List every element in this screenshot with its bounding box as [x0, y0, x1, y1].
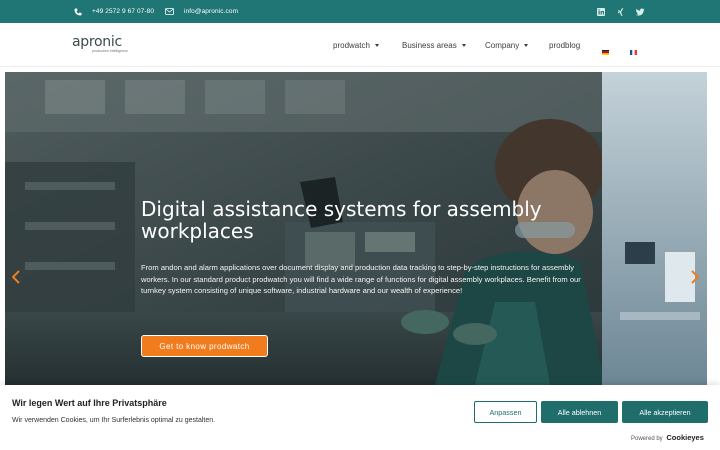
cookie-accept-all-button[interactable]: Alle akzeptieren: [622, 401, 708, 423]
email-address: info@apronic.com: [184, 8, 239, 15]
envelope-icon: [165, 8, 174, 15]
flag-fr-icon[interactable]: [630, 42, 637, 55]
cookie-reject-all-button[interactable]: Alle ablehnen: [541, 401, 618, 423]
chevron-down-icon: [374, 43, 379, 47]
hero-description: From andon and alarm applications over d…: [141, 263, 581, 295]
apronic-logo[interactable]: apronic production intelligence: [72, 34, 132, 56]
nav-business-areas-label: Business areas: [402, 40, 457, 50]
page: +49 2572 9 67 07-80 info@apronic.com apr…: [0, 0, 720, 450]
chevron-down-icon: [524, 43, 529, 47]
nav-company[interactable]: Company: [485, 23, 529, 67]
phone-number: +49 2572 9 67 07-80: [92, 8, 155, 15]
phone-link[interactable]: +49 2572 9 67 07-80: [74, 0, 154, 23]
twitter-icon[interactable]: [636, 0, 645, 23]
nav-prodwatch-label: prodwatch: [333, 40, 370, 50]
cookie-title: Wir legen Wert auf Ihre Privatsphäre: [12, 398, 167, 408]
logo-wordmark: apronic: [72, 34, 122, 50]
nav-prodblog[interactable]: prodblog: [549, 23, 580, 67]
xing-icon[interactable]: [617, 0, 624, 23]
cookie-consent-banner: Wir legen Wert auf Ihre Privatsphäre Wir…: [0, 385, 720, 450]
phone-icon: [74, 8, 82, 16]
slider-prev-arrow-icon[interactable]: [11, 270, 20, 284]
nav-prodblog-label: prodblog: [549, 40, 581, 50]
slider-next-arrow-icon[interactable]: [691, 270, 700, 284]
nav-company-label: Company: [485, 40, 520, 50]
flag-de-icon[interactable]: [602, 42, 609, 55]
cookie-customize-button[interactable]: Anpassen: [474, 401, 537, 423]
nav-prodwatch[interactable]: prodwatch: [333, 23, 379, 67]
cookie-text: Wir verwenden Cookies, um Ihr Surferlebn…: [12, 417, 216, 424]
powered-by-cookieyes[interactable]: Powered by Cookieyes: [631, 433, 704, 442]
email-link[interactable]: info@apronic.com: [165, 0, 238, 23]
chevron-down-icon: [461, 43, 466, 47]
site-header: apronic production intelligence prodwatc…: [0, 23, 720, 67]
cookieyes-logo: Cookieyes: [666, 433, 704, 442]
powered-by-label: Powered by: [631, 436, 663, 442]
nav-business-areas[interactable]: Business areas: [402, 23, 466, 67]
top-contact-bar: +49 2572 9 67 07-80 info@apronic.com: [0, 0, 720, 23]
linkedin-icon[interactable]: [597, 0, 605, 23]
get-to-know-prodwatch-button[interactable]: Get to know prodwatch: [141, 335, 268, 357]
hero-title: Digital assistance systems for assembly …: [141, 197, 542, 243]
hero-slider: Digital assistance systems for assembly …: [5, 72, 707, 385]
logo-tagline: production intelligence: [92, 49, 128, 53]
